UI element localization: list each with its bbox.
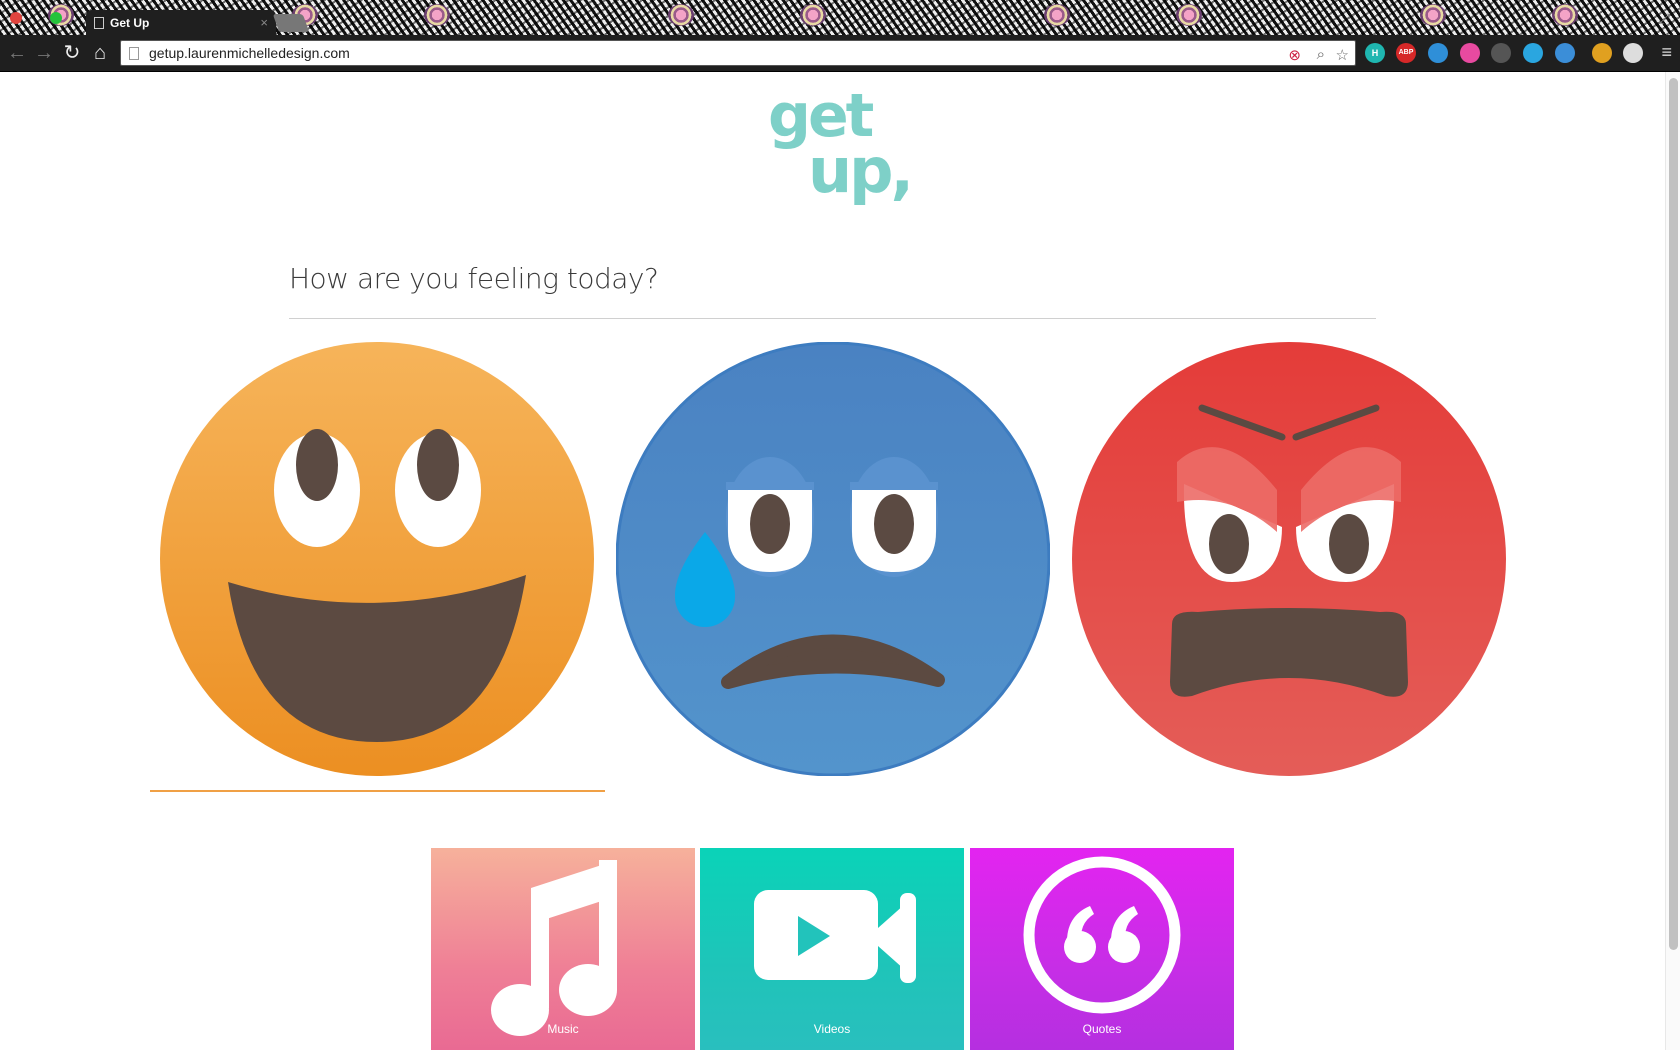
title-divider [289,318,1376,319]
selected-mood-indicator [150,790,605,792]
h-extension-icon[interactable]: H [1365,43,1385,63]
wallpaper-peacock-eye [1044,4,1070,26]
tab-get-up[interactable]: Get Up × [86,10,276,35]
wallpaper-peacock-eye [1176,4,1202,26]
page-scrollbar[interactable] [1665,72,1680,1050]
blocked-content-icon[interactable]: ⊗ [1288,46,1301,64]
url-text[interactable]: getup.laurenmichelledesign.com [149,45,350,61]
angry-face-icon [1072,342,1506,776]
wallpaper-peacock-eye [668,4,694,26]
mood-sad-button[interactable] [616,342,1050,776]
page-content: get up, How are you feeling today? Music… [0,72,1665,1050]
get-up-logo[interactable]: get up, [760,86,914,216]
close-window-button[interactable] [10,12,22,24]
music-label: Music [547,1022,579,1036]
mood-happy-button[interactable] [160,342,594,776]
bookmark-star-icon[interactable]: ☆ [1336,46,1349,64]
videos-label: Videos [813,1022,851,1036]
cast-icon[interactable] [1491,43,1511,63]
mood-angry-button[interactable] [1072,342,1506,776]
back-arrow-icon[interactable]: ← [5,41,29,65]
browser-tabstrip: Get Up × ⤢ [0,0,1680,35]
home-icon[interactable]: ⌂ [88,41,112,65]
fullscreen-icon[interactable]: ⤢ [1659,10,1670,27]
bookmark-extension-icon[interactable] [1555,43,1575,63]
quotes-label: Quotes [1082,1022,1122,1036]
profile-extension-icon[interactable] [1623,43,1643,63]
tab-close-icon[interactable]: × [260,15,268,30]
music-note-icon [491,860,617,1036]
chrome-menu-icon[interactable]: ≡ [1661,42,1672,63]
page-favicon-icon [94,16,104,29]
wallpaper-peacock-eye [800,4,826,26]
page-title: How are you feeling today? [289,262,659,295]
quote-icon [1023,856,1181,1014]
evernote-extension-icon[interactable] [1592,43,1612,63]
forward-arrow-icon[interactable]: → [32,41,56,65]
sad-face-icon [616,342,1050,776]
page-icon [129,46,139,60]
quotes-tile[interactable]: Quotes [970,848,1234,1050]
logo-line-up: up, [808,134,914,207]
globe-extension-icon[interactable] [1428,43,1448,63]
video-camera-icon [754,890,916,983]
videos-tile[interactable]: Videos [700,848,964,1050]
tab-title: Get Up [110,15,150,30]
zoom-window-button[interactable] [50,12,62,24]
adblock-plus-icon[interactable]: ABP [1396,43,1416,63]
happy-face-icon [160,342,594,776]
color-wheel-extension-icon[interactable] [1460,43,1480,63]
address-bar[interactable]: getup.laurenmichelledesign.com ⊗ ⌕ ☆ [120,40,1356,66]
music-tile[interactable]: Music [431,848,695,1050]
scrollbar-thumb[interactable] [1669,78,1678,950]
reload-icon[interactable]: ↻ [60,41,84,65]
wallpaper-peacock-eye [1420,4,1446,26]
new-tab-button[interactable] [272,14,310,32]
circle-extension-icon[interactable] [1523,43,1543,63]
wallpaper-peacock-eye [424,4,450,26]
zoom-icon[interactable]: ⌕ [1317,46,1325,63]
browser-toolbar: ← → ↻ ⌂ getup.laurenmichelledesign.com ⊗… [0,35,1680,71]
wallpaper-peacock-eye [1552,4,1578,26]
